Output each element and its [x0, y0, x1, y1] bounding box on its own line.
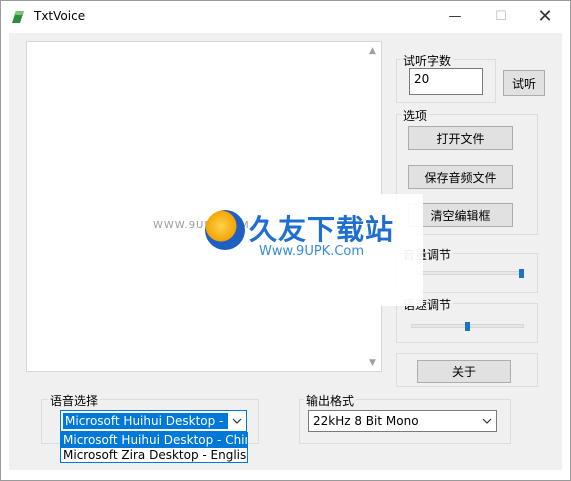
output-format-select[interactable]: 22kHz 8 Bit Mono — [308, 410, 497, 432]
app-icon — [12, 11, 24, 23]
preview-button[interactable]: 试听 — [503, 70, 545, 96]
minimize-icon[interactable]: — — [432, 1, 478, 32]
output-label: 输出格式 — [304, 392, 357, 409]
chevron-down-icon[interactable] — [228, 411, 246, 431]
output-format-value: 22kHz 8 Bit Mono — [313, 414, 419, 428]
open-file-button[interactable]: 打开文件 — [408, 126, 513, 150]
options-group-label: 选项 — [401, 107, 430, 124]
clear-editor-button[interactable]: 清空编辑框 — [408, 203, 513, 227]
title-bar[interactable]: TxtVoice — ☐ ✕ — [1, 1, 570, 33]
voice-select-value: Microsoft Huihui Desktop - Chinese — [62, 412, 229, 430]
chevron-down-icon[interactable] — [478, 411, 496, 431]
preview-count-input[interactable]: 20 — [409, 68, 483, 95]
watermark: WWW.9UPK.COM 久友下载站 Www.9UPK.Com — [153, 194, 423, 306]
scroll-down-icon[interactable]: ▼ — [364, 354, 381, 371]
client-area: ▲ ▼ 试听字数 20 试听 选项 打开文件 保存音频文件 清空编辑框 音量调节… — [9, 33, 562, 470]
window-title: TxtVoice — [34, 9, 86, 23]
volume-slider[interactable] — [411, 271, 524, 275]
watermark-logo-icon — [205, 210, 245, 250]
voice-select[interactable]: Microsoft Huihui Desktop - Chinese — [60, 410, 247, 432]
preview-group-label: 试听字数 — [401, 52, 454, 69]
voice-option[interactable]: Microsoft Huihui Desktop - Chinese — [61, 433, 247, 448]
voice-label: 语音选择 — [48, 392, 101, 409]
save-audio-button[interactable]: 保存音频文件 — [408, 165, 513, 189]
watermark-url: Www.9UPK.Com — [259, 244, 365, 259]
voice-option[interactable]: Microsoft Zira Desktop - English (U — [61, 448, 247, 463]
voice-dropdown-list[interactable]: Microsoft Huihui Desktop - Chinese Micro… — [60, 432, 248, 463]
about-button[interactable]: 关于 — [417, 360, 511, 383]
volume-slider-thumb[interactable] — [519, 269, 524, 278]
app-window: TxtVoice — ☐ ✕ ▲ ▼ 试听字数 20 试听 选项 打开文件 保存… — [0, 0, 571, 481]
maximize-icon[interactable]: ☐ — [478, 1, 524, 32]
close-icon[interactable]: ✕ — [522, 1, 568, 32]
watermark-brand: 久友下载站 — [249, 213, 395, 246]
speed-slider-thumb[interactable] — [465, 322, 470, 331]
scroll-up-icon[interactable]: ▲ — [364, 42, 381, 59]
